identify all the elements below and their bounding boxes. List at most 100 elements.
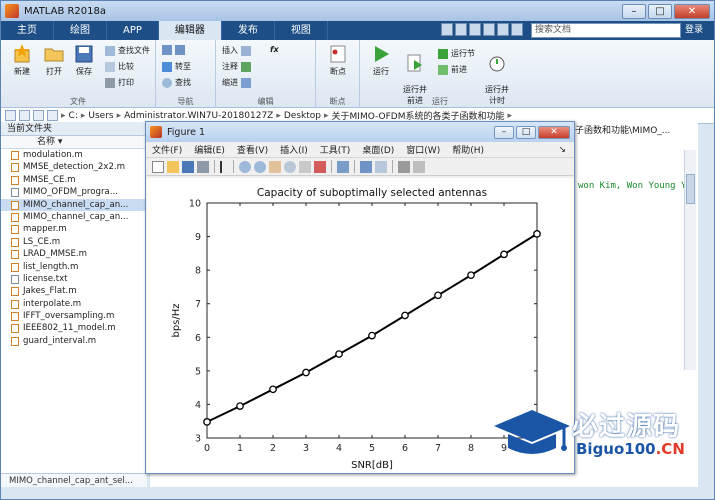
m-file-icon: [11, 324, 19, 334]
new-figure-icon[interactable]: [152, 160, 164, 173]
group-file: 新建 打开 保存 查找文件 比较 打印 文件: [1, 40, 156, 108]
insert-button[interactable]: 插入: [222, 45, 251, 56]
menu-help[interactable]: 帮助(H): [452, 143, 484, 156]
quick-save-icon[interactable]: [441, 23, 453, 36]
save-figure-icon[interactable]: [182, 160, 194, 173]
quick-redo-icon[interactable]: [511, 23, 523, 36]
data-point-marker: [434, 291, 442, 300]
file-list-item[interactable]: Jakes_Flat.m: [1, 285, 146, 297]
comment-button[interactable]: 注释: [222, 61, 251, 72]
file-list-item[interactable]: MIMO_channel_cap_an...: [1, 198, 146, 211]
brush-icon[interactable]: [314, 160, 326, 173]
tab-publish[interactable]: 发布: [222, 21, 275, 40]
file-list-item[interactable]: interpolate.m: [1, 298, 146, 310]
file-list-item[interactable]: modulation.m: [1, 149, 146, 161]
fx-button[interactable]: fx: [270, 45, 279, 54]
figure-maximize-button[interactable]: □: [516, 125, 536, 139]
zoom-out-icon[interactable]: [254, 160, 266, 173]
maximize-button[interactable]: □: [648, 3, 672, 19]
menu-insert[interactable]: 插入(I): [280, 143, 308, 156]
up-folder-icon[interactable]: [33, 110, 44, 121]
forward-arrow-icon[interactable]: [19, 110, 30, 121]
print-button[interactable]: 打印: [105, 77, 134, 88]
path-segment[interactable]: Users: [88, 111, 113, 121]
back-arrow-icon[interactable]: [5, 110, 16, 121]
menu-edit[interactable]: 编辑(E): [194, 143, 225, 156]
file-list-item[interactable]: MMSE_detection_2x2.m: [1, 161, 146, 173]
zoom-in-icon[interactable]: [239, 160, 251, 173]
close-button[interactable]: ✕: [674, 3, 710, 19]
quick-copy-icon[interactable]: [469, 23, 481, 36]
menu-tools[interactable]: 工具(T): [320, 143, 351, 156]
tab-home[interactable]: 主页: [1, 21, 54, 40]
find-files-button[interactable]: 查找文件: [105, 45, 150, 56]
legend-icon[interactable]: [375, 160, 387, 173]
file-list-item[interactable]: mapper.m: [1, 223, 146, 235]
menu-window[interactable]: 窗口(W): [406, 143, 440, 156]
quick-cut-icon[interactable]: [455, 23, 467, 36]
menu-file[interactable]: 文件(F): [152, 143, 182, 156]
tab-plots[interactable]: 绘图: [54, 21, 107, 40]
file-list-item[interactable]: LRAD_MMSE.m: [1, 248, 146, 260]
file-list-item[interactable]: list_length.m: [1, 261, 146, 273]
open-file-icon[interactable]: [167, 160, 179, 173]
ribbon-tabs: 主页 绘图 APP 编辑器 发布 视图 搜索文档 登录: [1, 21, 714, 40]
editor-tab-label[interactable]: 子函数和功能\MIMO_...: [575, 123, 670, 136]
browse-folder-icon[interactable]: [47, 110, 58, 121]
figure-close-button[interactable]: ✕: [538, 125, 570, 139]
file-list-item[interactable]: IEEE802_11_model.m: [1, 322, 146, 334]
compare-button[interactable]: 比较: [105, 61, 134, 72]
path-segment[interactable]: C:: [69, 111, 78, 121]
open-button[interactable]: 打开: [37, 40, 71, 77]
search-input[interactable]: 搜索文档: [531, 23, 681, 38]
editor-code-line: won Kim, Won Young Y: [578, 181, 687, 191]
data-cursor-icon[interactable]: [299, 160, 311, 173]
link-plot-icon[interactable]: [337, 160, 349, 173]
advance-button[interactable]: 前进: [438, 64, 467, 75]
quick-paste-icon[interactable]: [483, 23, 495, 36]
dock-arrow-icon[interactable]: ↘: [558, 145, 566, 155]
editor-scrollbar[interactable]: [684, 150, 696, 370]
login-link[interactable]: 登录: [685, 23, 703, 38]
pointer-icon[interactable]: [220, 160, 228, 173]
x-axis-label: SNR[dB]: [351, 460, 393, 471]
print-figure-icon[interactable]: [197, 160, 209, 173]
tab-editor[interactable]: 编辑器: [158, 21, 222, 40]
file-list-item[interactable]: MMSE_CE.m: [1, 174, 146, 186]
breakpoints-button[interactable]: 断点: [321, 40, 355, 77]
hide-tools-icon[interactable]: [398, 160, 410, 173]
file-list-item[interactable]: guard_interval.m: [1, 335, 146, 347]
path-segment[interactable]: Administrator.WIN7U-20180127Z: [124, 111, 273, 121]
nav-back-forward[interactable]: [162, 45, 185, 55]
x-tick-label: 8: [468, 443, 474, 454]
goto-button[interactable]: 转至: [162, 61, 191, 72]
pan-hand-icon[interactable]: [269, 160, 281, 173]
figure-minimize-button[interactable]: –: [494, 125, 514, 139]
minimize-button[interactable]: –: [622, 3, 646, 19]
percent-icon: [241, 61, 251, 72]
menu-view[interactable]: 查看(V): [237, 143, 268, 156]
file-list-item[interactable]: MIMO_OFDM_progra...: [1, 186, 146, 198]
show-tools-icon[interactable]: [413, 160, 425, 173]
colorbar-icon[interactable]: [360, 160, 372, 173]
run-section-button[interactable]: 运行节: [438, 48, 475, 59]
file-list-item[interactable]: IFFT_oversampling.m: [1, 310, 146, 322]
path-segment[interactable]: Desktop: [284, 111, 321, 121]
tab-view[interactable]: 视图: [275, 21, 328, 40]
scrollbar-thumb[interactable]: [686, 174, 695, 204]
file-list-item[interactable]: license.txt: [1, 273, 146, 285]
m-file-icon: [11, 175, 19, 185]
quick-undo-icon[interactable]: [497, 23, 509, 36]
tab-apps[interactable]: APP: [107, 21, 159, 40]
find-button[interactable]: 查找: [162, 77, 191, 88]
run-button[interactable]: 运行: [364, 40, 398, 77]
new-button[interactable]: 新建: [5, 40, 39, 77]
column-header-name[interactable]: 名称 ▾: [1, 136, 146, 149]
rotate-icon[interactable]: [284, 160, 296, 173]
menu-desktop[interactable]: 桌面(D): [362, 143, 394, 156]
y-tick-label: 3: [195, 434, 201, 445]
save-button[interactable]: 保存: [67, 40, 101, 77]
file-list-item[interactable]: LS_CE.m: [1, 236, 146, 248]
file-list-item[interactable]: MIMO_channel_cap_an...: [1, 211, 146, 223]
indent-button[interactable]: 缩进: [222, 77, 251, 88]
